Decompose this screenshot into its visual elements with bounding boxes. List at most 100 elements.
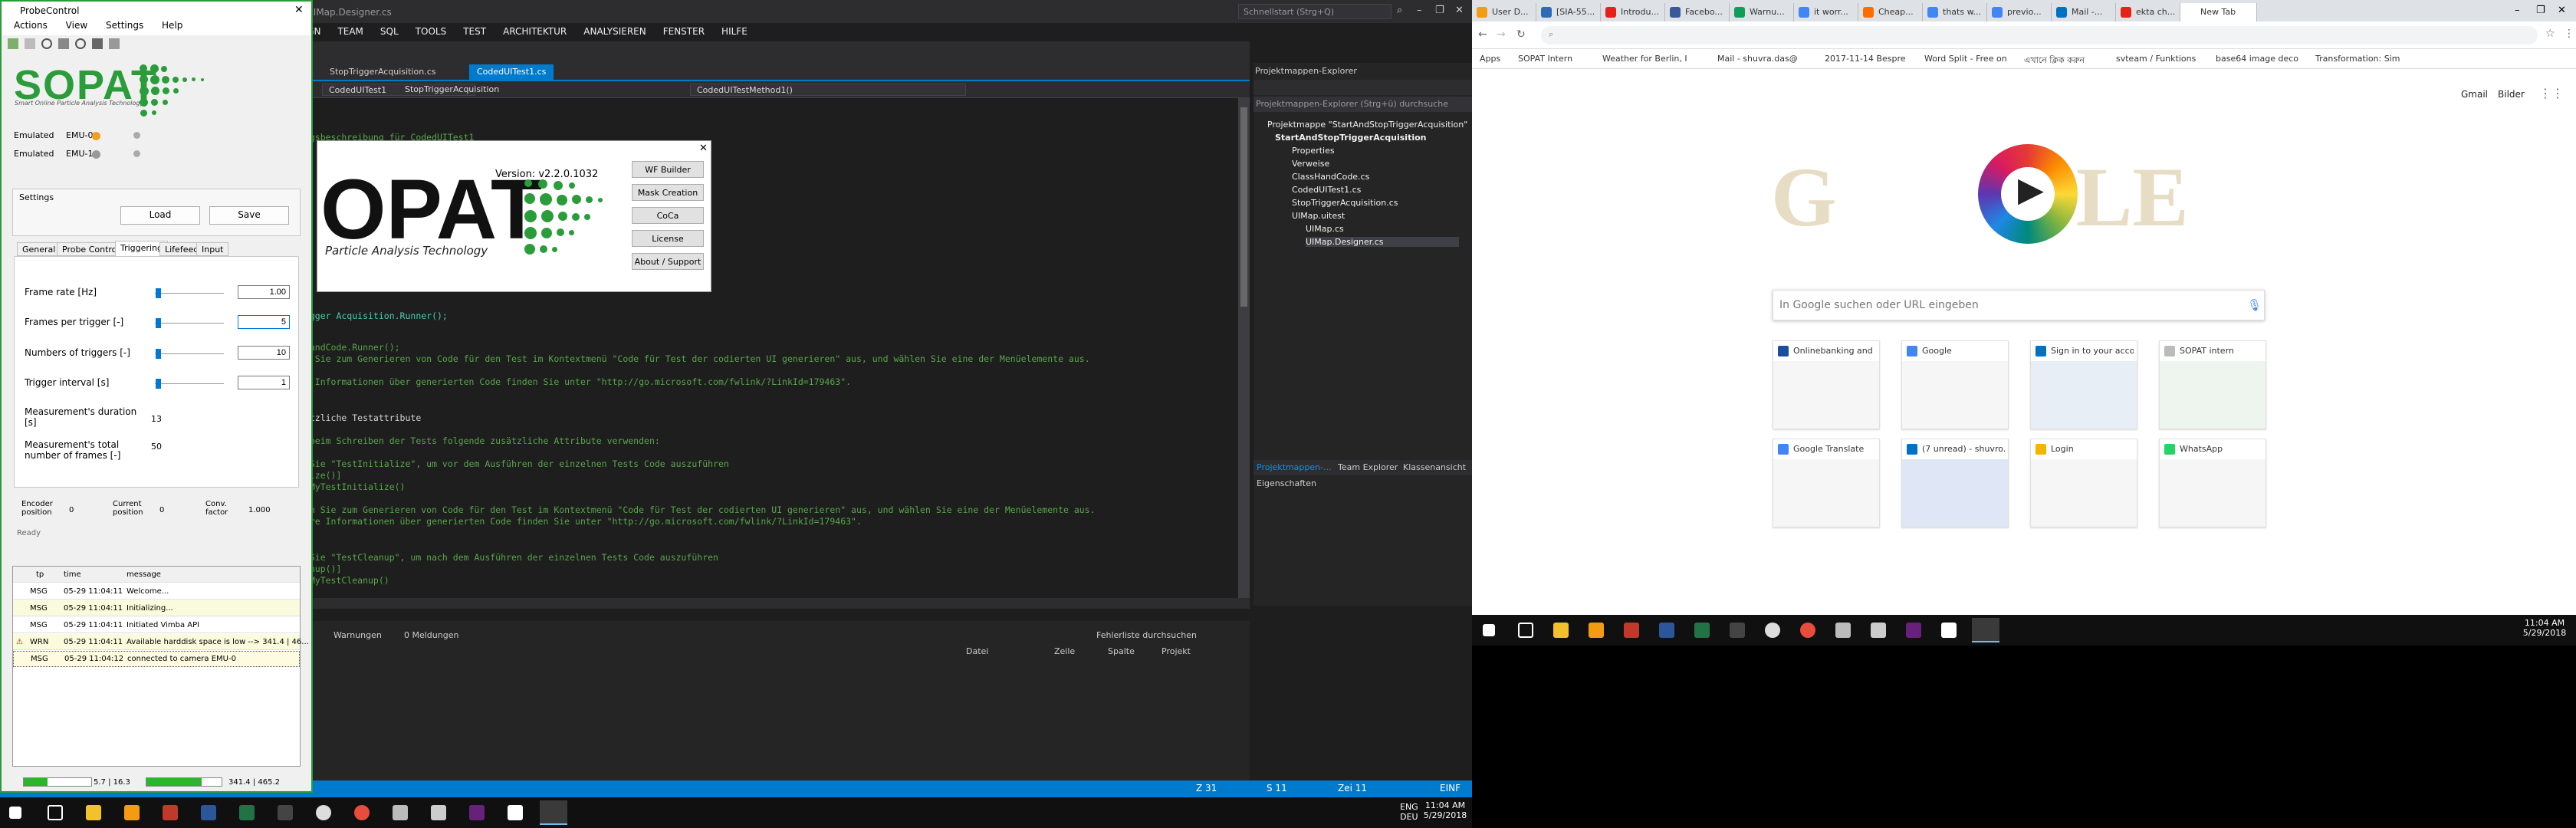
settings-icon[interactable] (1765, 623, 1780, 638)
save-button[interactable]: Save (209, 206, 289, 225)
chrome-tab[interactable]: previo... (1987, 3, 2052, 21)
tool-icon-6[interactable] (92, 38, 103, 49)
menu-item-analysieren[interactable]: ANALYSIEREN (577, 23, 652, 41)
trigger-interval-slider[interactable] (155, 383, 224, 386)
chrome-tab[interactable]: ekta ch... (2116, 3, 2180, 21)
numbers-of-triggers-input[interactable] (238, 346, 290, 360)
calculator-icon[interactable] (431, 805, 446, 820)
clock[interactable]: 11:04 AM 5/29/2018 (2516, 618, 2573, 638)
omnibox[interactable]: ⌕ (1541, 26, 2538, 44)
chrome-tab[interactable]: Cheap... (1858, 3, 1923, 21)
chrome-icon[interactable] (354, 805, 370, 820)
messages-filter[interactable]: 0 Meldungen (404, 630, 458, 640)
close-icon[interactable]: ✕ (699, 143, 708, 154)
most-visited-tile[interactable]: WhatsApp (2159, 439, 2266, 527)
frames-per-trigger-slider[interactable] (155, 323, 224, 326)
load-button[interactable]: Load (120, 206, 200, 225)
apps-grid-icon[interactable]: ⋮⋮ (2539, 86, 2564, 100)
excel-icon[interactable] (239, 805, 255, 820)
bookmark-star-icon[interactable]: ☆ (2545, 28, 2555, 40)
tree-item-stoptrigger[interactable]: StopTriggerAcquisition.cs (1292, 198, 1398, 208)
tree-item-references[interactable]: Verweise (1292, 159, 1329, 169)
tool-icon-5[interactable] (75, 38, 86, 49)
bookmark[interactable]: Mail - shuvra.das@ (1717, 54, 1798, 64)
chrome-icon[interactable] (1800, 623, 1815, 638)
menu-item-sql[interactable]: SQL (373, 23, 406, 41)
clock[interactable]: 11:04 AM 5/29/2018 (1417, 800, 1472, 820)
frame-rate-input[interactable] (238, 285, 290, 299)
nav-member-dropdown[interactable]: CodedUITestMethod1() (690, 84, 966, 96)
task-view-icon[interactable] (48, 805, 63, 820)
log-row[interactable]: MSG 05-29 11:04:11 Welcome... (13, 583, 300, 600)
menu-item-tools[interactable]: TOOLS (409, 23, 454, 41)
tab-solution-explorer[interactable]: Projektmappen-... (1257, 462, 1332, 472)
numbers-of-triggers-slider[interactable] (155, 353, 224, 356)
settings-icon[interactable] (316, 805, 331, 820)
tree-item-properties[interactable]: Properties (1292, 146, 1335, 156)
calculator-icon[interactable] (1871, 623, 1886, 638)
menu-actions[interactable]: Actions (14, 20, 48, 31)
tab-team-explorer[interactable]: Team Explorer (1338, 462, 1398, 472)
most-visited-tile[interactable]: SOPAT intern (2159, 340, 2266, 429)
error-search[interactable]: Fehlerliste durchsuchen (1096, 630, 1197, 640)
bookmark[interactable]: SOPAT Intern (1518, 54, 1572, 64)
probecontrol-task[interactable] (540, 800, 567, 825)
word-icon[interactable] (1659, 623, 1674, 638)
bookmark[interactable]: 2017-11-14 Bespre (1825, 54, 1906, 64)
col-datei[interactable]: Datei (966, 646, 988, 656)
menu-settings[interactable]: Settings (106, 20, 143, 31)
start-icon[interactable] (1483, 624, 1495, 636)
chrome-tab[interactable]: Introdu... (1601, 3, 1665, 21)
editor-scroll-thumb[interactable] (1240, 107, 1247, 307)
app-icon-2[interactable] (393, 805, 408, 820)
console-icon[interactable] (1730, 623, 1745, 638)
tab-codeduitest1[interactable]: CodedUITest1.cs (469, 64, 554, 80)
menu-item-fenster[interactable]: FENSTER (656, 23, 711, 41)
tool-icon-2[interactable] (25, 38, 35, 49)
frames-per-trigger-slider-thumb[interactable] (156, 318, 161, 328)
menu-help[interactable]: Help (162, 20, 182, 31)
minimize-icon[interactable]: – (1417, 5, 1422, 16)
tree-item-classhandcode[interactable]: ClassHandCode.cs (1292, 172, 1369, 182)
chrome-tab[interactable]: User D... (1472, 3, 1536, 21)
close-icon[interactable]: ✕ (1455, 5, 1464, 16)
file-explorer-icon[interactable] (86, 805, 101, 820)
close-icon[interactable]: ✕ (294, 4, 304, 16)
coca-button[interactable]: CoCa (632, 207, 704, 224)
frame-rate-slider-thumb[interactable] (156, 288, 161, 298)
menu-icon[interactable]: ⋮ (2564, 28, 2574, 40)
log-row[interactable]: ⚠ WRN 05-29 11:04:11 Available harddisk … (13, 634, 309, 650)
tree-item-solution[interactable]: Projektmappe "StartAndStopTriggerAcquisi… (1267, 120, 1467, 130)
tool-icon-1[interactable] (8, 38, 18, 49)
microphone-icon[interactable]: 🎙 (2247, 298, 2262, 312)
task-view-icon[interactable] (1518, 623, 1533, 638)
tab-class-view[interactable]: Klassenansicht (1403, 462, 1466, 472)
minimize-icon[interactable]: – (2515, 5, 2520, 16)
notepad-icon[interactable] (1941, 623, 1957, 638)
console-icon[interactable] (278, 805, 293, 820)
visual-studio-icon[interactable] (469, 805, 485, 820)
tab-general[interactable]: General (17, 242, 61, 256)
log-row[interactable]: MSG 05-29 11:04:11 Initiated Vimba API (13, 617, 300, 633)
most-visited-tile[interactable]: (7 unread) - shuvro... (1901, 439, 2009, 527)
menu-item-team[interactable]: TEAM (330, 23, 370, 41)
most-visited-tile[interactable]: Sign in to your acco... (2030, 340, 2137, 429)
frame-rate-slider[interactable] (155, 293, 224, 296)
message-log[interactable]: tp time message MSG 05-29 11:04:11 Welco… (12, 566, 309, 767)
chrome-tab-active[interactable]: New Tab (2180, 3, 2257, 21)
word-icon[interactable] (201, 805, 216, 820)
col-projekt[interactable]: Projekt (1162, 646, 1191, 656)
tool-icon-3[interactable] (41, 38, 52, 49)
chrome-tab[interactable]: thats w... (1923, 3, 1987, 21)
bookmark[interactable]: base64 image deco (2216, 54, 2298, 64)
app-icon-1[interactable] (124, 805, 140, 820)
pdf-icon[interactable] (1624, 623, 1639, 638)
menu-item-architektur[interactable]: ARCHITEKTUR (496, 23, 573, 41)
chrome-tab[interactable]: Warnu... (1730, 3, 1794, 21)
warnings-filter[interactable]: Warnungen (334, 630, 382, 640)
probecontrol-task[interactable] (1972, 618, 1999, 642)
pdf-icon[interactable] (163, 805, 178, 820)
reload-icon[interactable]: ↻ (1516, 28, 1526, 41)
app-icon-1[interactable] (1589, 623, 1604, 638)
editor-horizontal-scrollbar[interactable] (291, 598, 1250, 609)
